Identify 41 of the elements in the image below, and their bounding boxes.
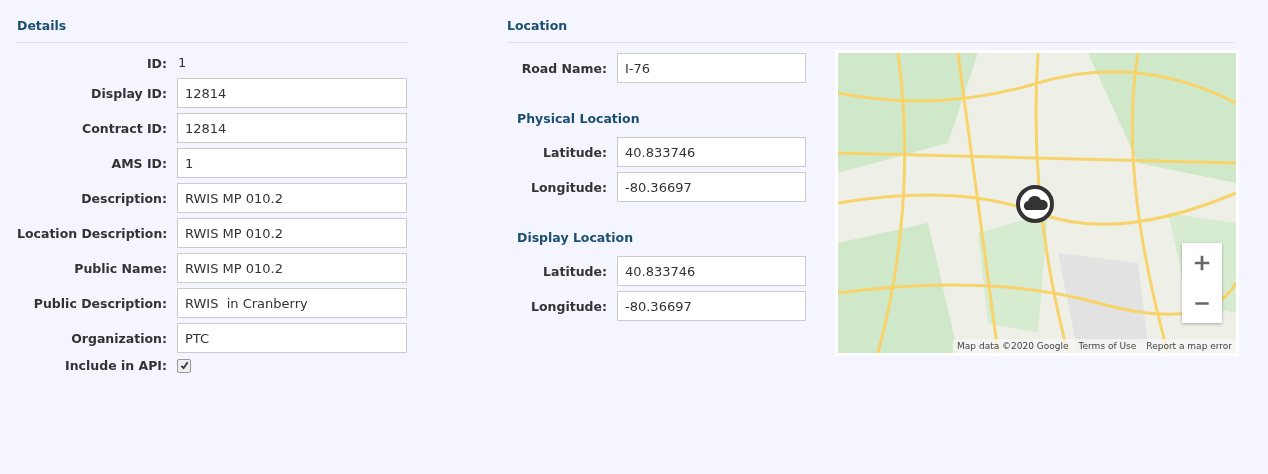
field-label: Public Name: bbox=[73, 260, 167, 276]
input-field[interactable]: RWIS MP 010.2 bbox=[177, 218, 407, 248]
field-label: Latitude: bbox=[542, 144, 607, 160]
input-field[interactable]: 1 bbox=[177, 148, 407, 178]
input-field[interactable]: -80.36697 bbox=[617, 291, 806, 321]
input-field[interactable]: 12814 bbox=[177, 113, 407, 143]
map-link[interactable]: Terms of Use bbox=[1078, 341, 1137, 351]
input-field[interactable]: I-76 bbox=[617, 53, 806, 83]
input-field[interactable]: -80.36697 bbox=[617, 172, 806, 202]
field-label: Longitude: bbox=[530, 298, 607, 314]
field-label: Longitude: bbox=[530, 179, 607, 195]
input-field[interactable]: 40.833746 bbox=[617, 256, 806, 286]
field-label: Organization: bbox=[70, 330, 167, 346]
field-label: Public Description: bbox=[32, 295, 167, 311]
input-field[interactable]: PTC bbox=[177, 323, 407, 353]
map-attribution: Map data ©2020 Google bbox=[957, 341, 1069, 351]
field-label: Location Description: bbox=[17, 225, 167, 241]
input-field[interactable]: RWIS MP 010.2 bbox=[177, 183, 407, 213]
group-title: Physical Location bbox=[517, 111, 641, 126]
input-field[interactable]: 40.833746 bbox=[617, 137, 806, 167]
input-field[interactable]: RWIS MP 010.2 bbox=[177, 253, 407, 283]
field-label: Description: bbox=[80, 190, 167, 206]
zoom-out-button[interactable] bbox=[1182, 283, 1222, 323]
section-title: Location bbox=[507, 18, 1234, 43]
group-title: Display Location bbox=[517, 230, 635, 245]
map-link[interactable]: Report a map error bbox=[1146, 341, 1232, 351]
zoom-in-button[interactable] bbox=[1182, 243, 1222, 283]
field-value: 1 bbox=[177, 54, 188, 72]
field-label: ID: bbox=[145, 55, 167, 71]
minus-icon bbox=[1193, 300, 1211, 306]
field-label: Latitude: bbox=[542, 263, 607, 279]
field-label: Contract ID: bbox=[81, 120, 167, 136]
plus-icon bbox=[1193, 254, 1211, 272]
input-field[interactable]: RWIS in Cranberry bbox=[177, 288, 407, 318]
field-label: Include in API: bbox=[64, 358, 167, 373]
input-field[interactable]: 12814 bbox=[177, 78, 407, 108]
field-label: Display ID: bbox=[90, 85, 167, 101]
field-label: AMS ID: bbox=[110, 155, 167, 171]
section-title: Details bbox=[17, 18, 407, 43]
field-label: Road Name: bbox=[520, 60, 607, 76]
checkbox[interactable] bbox=[177, 358, 191, 373]
